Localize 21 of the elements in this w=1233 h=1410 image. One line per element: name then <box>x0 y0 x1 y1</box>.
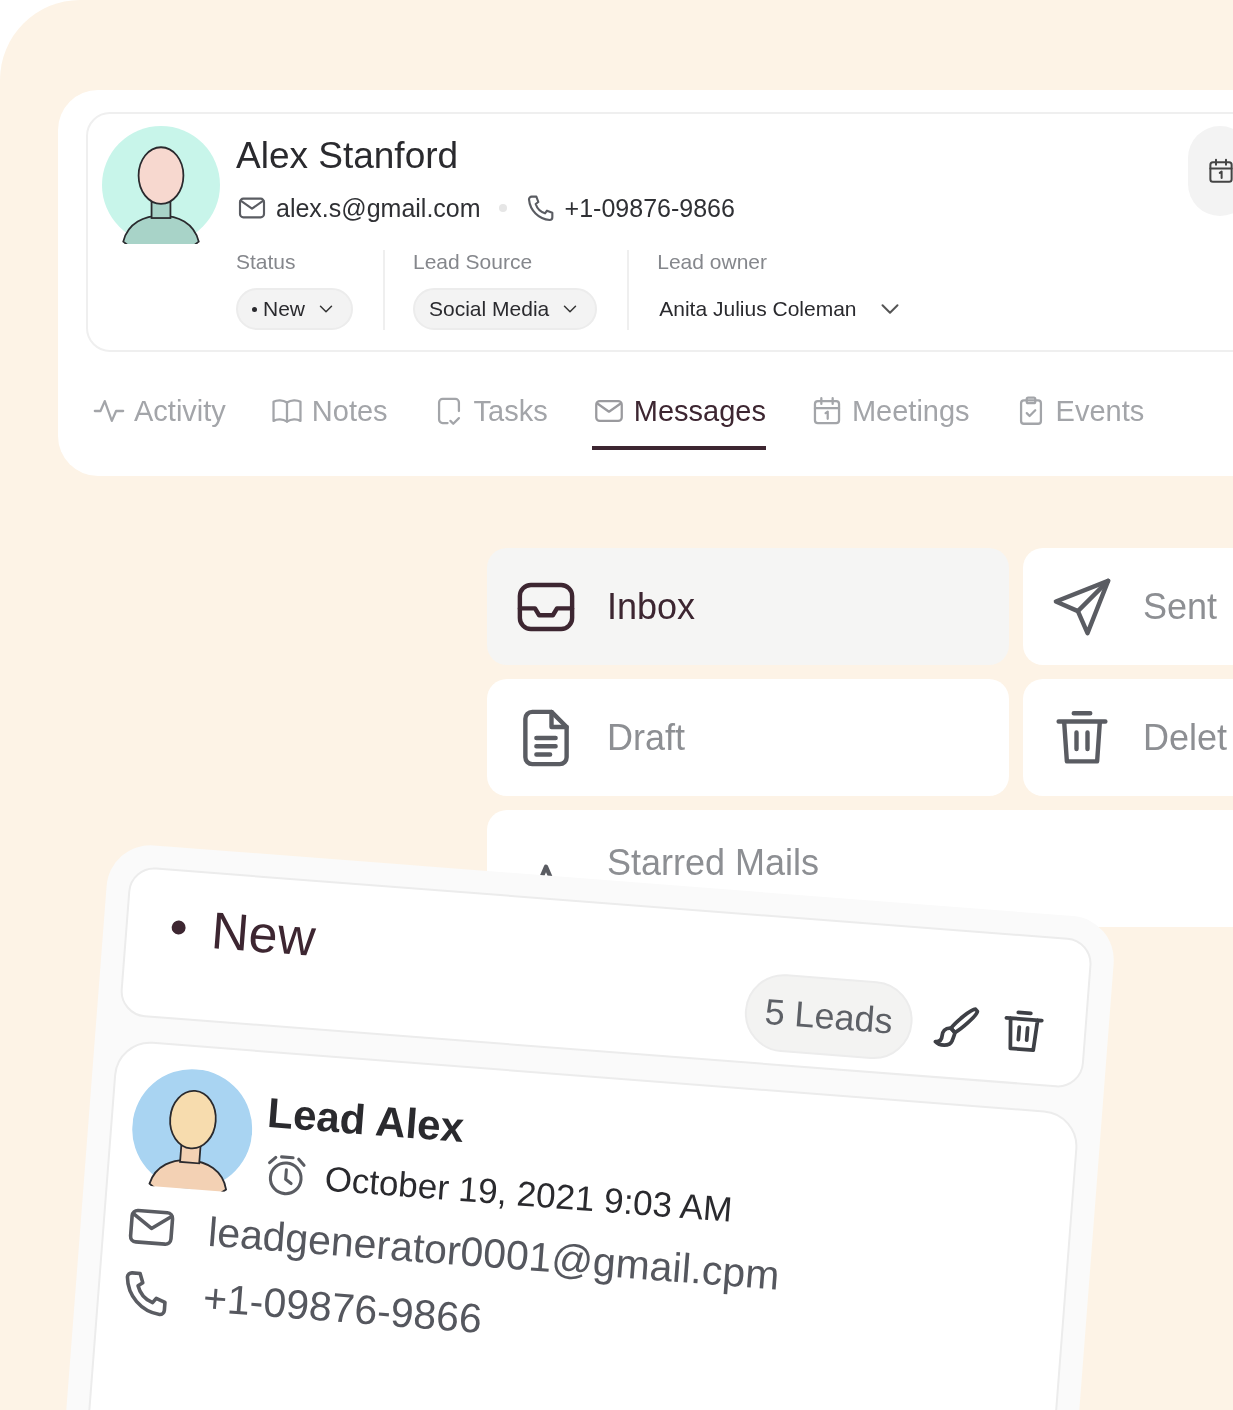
source-dropdown[interactable]: Social Media <box>413 288 598 330</box>
field-label: Lead owner <box>657 250 768 274</box>
owner-dropdown[interactable]: Anita Julius Coleman <box>657 288 907 330</box>
contact-name: Alex Stanford <box>236 134 460 178</box>
tab[interactable]: Meetings <box>809 388 970 450</box>
field-label: Lead Source <box>413 250 534 274</box>
tab[interactable]: Events <box>1013 388 1145 450</box>
tab[interactable]: Messages <box>591 388 766 450</box>
tab[interactable]: Notes <box>269 388 388 450</box>
lead-name: Lead Alex <box>265 1088 467 1153</box>
contact-phone: +1-09876-9866 <box>564 193 735 223</box>
tab[interactable]: Activity <box>92 388 226 450</box>
status-dropdown[interactable]: New <box>236 288 353 330</box>
folder-item[interactable]: Delet <box>1023 679 1233 796</box>
field-label: Status <box>236 250 297 274</box>
folder-item[interactable]: Sent <box>1023 548 1233 665</box>
folder-item[interactable]: Draft <box>487 679 1009 796</box>
contact-email: alex.s@gmail.com <box>276 193 481 223</box>
group-title: New <box>209 900 318 968</box>
folder-item[interactable]: Inbox <box>487 548 1009 665</box>
tab[interactable]: Tasks <box>431 388 548 450</box>
